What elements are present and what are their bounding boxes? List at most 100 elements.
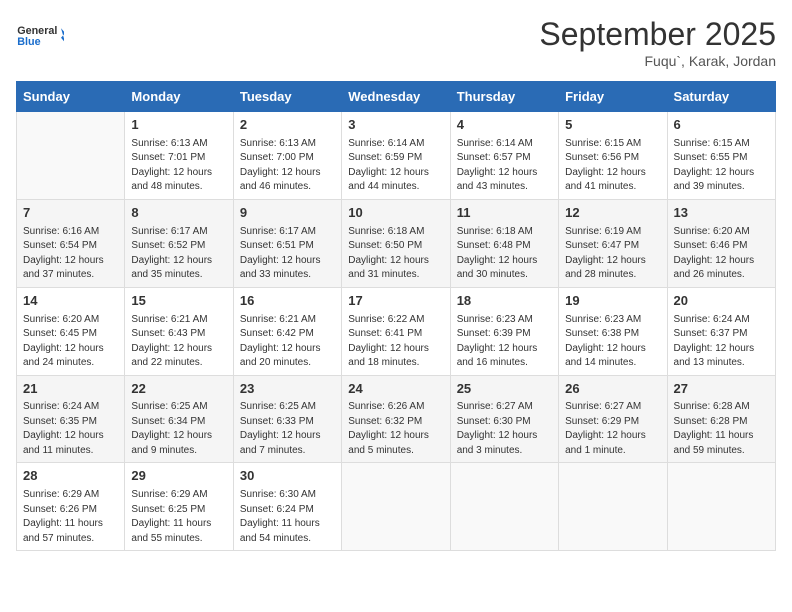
header-tuesday: Tuesday	[233, 82, 341, 112]
calendar-cell: 8Sunrise: 6:17 AMSunset: 6:52 PMDaylight…	[125, 199, 233, 287]
day-number: 24	[348, 380, 443, 399]
calendar-cell	[667, 463, 775, 551]
cell-info: Sunset: 6:32 PM	[348, 415, 443, 430]
calendar-cell: 21Sunrise: 6:24 AMSunset: 6:35 PMDayligh…	[17, 375, 125, 463]
header-saturday: Saturday	[667, 82, 775, 112]
calendar-cell: 25Sunrise: 6:27 AMSunset: 6:30 PMDayligh…	[450, 375, 558, 463]
page-header: General Blue September 2025 Fuqu`, Karak…	[16, 16, 776, 69]
cell-info: Sunrise: 6:17 AM	[131, 225, 226, 240]
cell-info: Sunrise: 6:21 AM	[240, 313, 335, 328]
cell-info: Sunrise: 6:27 AM	[457, 400, 552, 415]
cell-info: Sunrise: 6:26 AM	[348, 400, 443, 415]
cell-info: Sunrise: 6:23 AM	[565, 313, 660, 328]
cell-info: Sunset: 6:25 PM	[131, 503, 226, 518]
cell-info: Sunset: 6:35 PM	[23, 415, 118, 430]
cell-info: Sunset: 6:29 PM	[565, 415, 660, 430]
calendar-cell: 29 Sunrise: 6:29 AMSunset: 6:25 PMDayligh…	[125, 463, 233, 551]
cell-info: Sunrise: 6:20 AM	[674, 225, 769, 240]
cell-info: Daylight: 12 hours and 1 minute.	[565, 429, 660, 458]
day-number: 10	[348, 204, 443, 223]
cell-info: Sunrise: 6:24 AM	[674, 313, 769, 328]
cell-info: Sunrise: 6:30 AM	[240, 488, 335, 503]
cell-info: Sunset: 7:01 PM	[131, 151, 226, 166]
day-number: 17	[348, 292, 443, 311]
cell-info: Daylight: 11 hours and 57 minutes.	[23, 517, 118, 546]
day-number: 20	[674, 292, 769, 311]
cell-info: Sunrise: 6:25 AM	[240, 400, 335, 415]
calendar-cell: 5Sunrise: 6:15 AMSunset: 6:56 PMDaylight…	[559, 112, 667, 200]
svg-text:Blue: Blue	[17, 36, 40, 48]
calendar-cell: 12Sunrise: 6:19 AMSunset: 6:47 PMDayligh…	[559, 199, 667, 287]
day-number: 12	[565, 204, 660, 223]
calendar-cell	[17, 112, 125, 200]
cell-info: Sunrise: 6:27 AM	[565, 400, 660, 415]
calendar-cell	[450, 463, 558, 551]
cell-info: Daylight: 12 hours and 18 minutes.	[348, 342, 443, 371]
cell-info: Daylight: 12 hours and 14 minutes.	[565, 342, 660, 371]
header-friday: Friday	[559, 82, 667, 112]
cell-info: Daylight: 12 hours and 26 minutes.	[674, 254, 769, 283]
calendar-cell	[559, 463, 667, 551]
calendar-cell: 7Sunrise: 6:16 AMSunset: 6:54 PMDaylight…	[17, 199, 125, 287]
cell-info: Sunrise: 6:16 AM	[23, 225, 118, 240]
calendar-cell: 30Sunrise: 6:30 AMSunset: 6:24 PMDayligh…	[233, 463, 341, 551]
cell-info: Daylight: 12 hours and 7 minutes.	[240, 429, 335, 458]
cell-info: Sunrise: 6:29 AM	[131, 488, 226, 503]
cell-info: Daylight: 11 hours and 55 minutes.	[131, 517, 226, 546]
cell-info: Daylight: 12 hours and 3 minutes.	[457, 429, 552, 458]
day-number: 15	[131, 292, 226, 311]
cell-info: Sunset: 6:34 PM	[131, 415, 226, 430]
cell-info: Daylight: 12 hours and 46 minutes.	[240, 166, 335, 195]
calendar-cell: 26Sunrise: 6:27 AMSunset: 6:29 PMDayligh…	[559, 375, 667, 463]
cell-info: Daylight: 12 hours and 28 minutes.	[565, 254, 660, 283]
day-number: 14	[23, 292, 118, 311]
svg-text:General: General	[17, 25, 57, 37]
calendar-cell: 4Sunrise: 6:14 AMSunset: 6:57 PMDaylight…	[450, 112, 558, 200]
calendar-cell: 20Sunrise: 6:24 AMSunset: 6:37 PMDayligh…	[667, 287, 775, 375]
calendar-cell: 11Sunrise: 6:18 AMSunset: 6:48 PMDayligh…	[450, 199, 558, 287]
calendar-cell: 9Sunrise: 6:17 AMSunset: 6:51 PMDaylight…	[233, 199, 341, 287]
cell-info: Sunset: 6:41 PM	[348, 327, 443, 342]
cell-info: Sunrise: 6:18 AM	[457, 225, 552, 240]
cell-info: Sunrise: 6:15 AM	[674, 137, 769, 152]
cell-info: Daylight: 12 hours and 5 minutes.	[348, 429, 443, 458]
calendar-cell: 22Sunrise: 6:25 AMSunset: 6:34 PMDayligh…	[125, 375, 233, 463]
cell-info: Daylight: 11 hours and 59 minutes.	[674, 429, 769, 458]
day-number: 25	[457, 380, 552, 399]
day-number: 4	[457, 116, 552, 135]
day-number: 21	[23, 380, 118, 399]
cell-info: Sunrise: 6:15 AM	[565, 137, 660, 152]
calendar-table: SundayMondayTuesdayWednesdayThursdayFrid…	[16, 81, 776, 551]
day-number: 13	[674, 204, 769, 223]
cell-info: Sunrise: 6:25 AM	[131, 400, 226, 415]
calendar-cell: 16Sunrise: 6:21 AMSunset: 6:42 PMDayligh…	[233, 287, 341, 375]
cell-info: Daylight: 12 hours and 44 minutes.	[348, 166, 443, 195]
day-number: 2	[240, 116, 335, 135]
day-number: 26	[565, 380, 660, 399]
location-label: Fuqu`, Karak, Jordan	[539, 53, 776, 69]
cell-info: Sunset: 6:26 PM	[23, 503, 118, 518]
cell-info: Sunset: 6:37 PM	[674, 327, 769, 342]
logo-svg: General Blue	[16, 16, 64, 56]
day-number: 29	[131, 467, 226, 486]
cell-info: Sunrise: 6:20 AM	[23, 313, 118, 328]
calendar-cell: 19Sunrise: 6:23 AMSunset: 6:38 PMDayligh…	[559, 287, 667, 375]
day-number: 5	[565, 116, 660, 135]
cell-info: Sunset: 6:24 PM	[240, 503, 335, 518]
day-number: 9	[240, 204, 335, 223]
cell-info: Sunrise: 6:24 AM	[23, 400, 118, 415]
cell-info: Sunset: 6:38 PM	[565, 327, 660, 342]
calendar-cell	[342, 463, 450, 551]
cell-info: Sunset: 6:59 PM	[348, 151, 443, 166]
day-number: 22	[131, 380, 226, 399]
header-sunday: Sunday	[17, 82, 125, 112]
cell-info: Sunset: 6:33 PM	[240, 415, 335, 430]
cell-info: Daylight: 12 hours and 35 minutes.	[131, 254, 226, 283]
calendar-cell: 27Sunrise: 6:28 AMSunset: 6:28 PMDayligh…	[667, 375, 775, 463]
cell-info: Sunset: 6:48 PM	[457, 239, 552, 254]
cell-info: Sunset: 6:52 PM	[131, 239, 226, 254]
cell-info: Daylight: 12 hours and 11 minutes.	[23, 429, 118, 458]
cell-info: Sunrise: 6:18 AM	[348, 225, 443, 240]
calendar-cell: 10Sunrise: 6:18 AMSunset: 6:50 PMDayligh…	[342, 199, 450, 287]
calendar-cell: 15Sunrise: 6:21 AMSunset: 6:43 PMDayligh…	[125, 287, 233, 375]
